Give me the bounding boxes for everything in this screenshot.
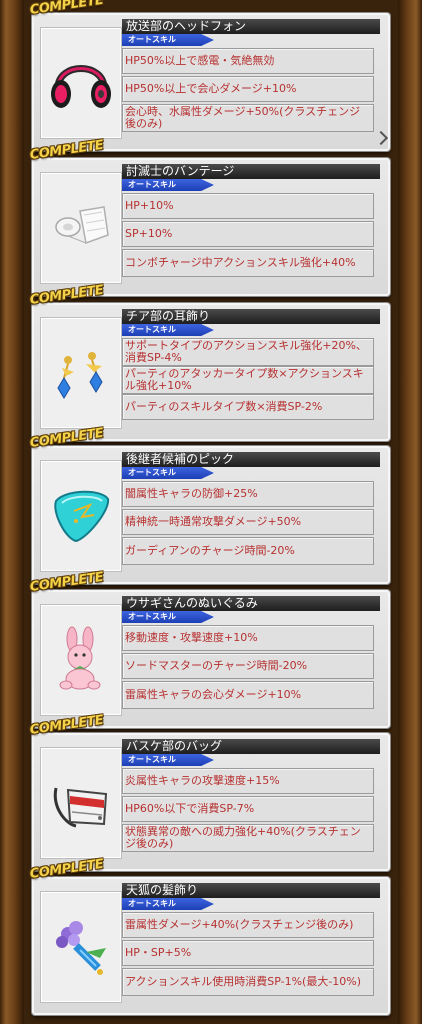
skill-row: 状態異常の敵への威力強化+40%(クラスチェンジ後のみ) <box>122 824 374 852</box>
skill-row: 精神統一時通常攻撃ダメージ+50% <box>122 509 374 535</box>
item-name: 後継者候補のピック <box>122 452 380 467</box>
skill-row: 会心時、水属性ダメージ+50%(クラスチェンジ後のみ) <box>122 104 374 132</box>
skill-row: ガーディアンのチャージ時間-20% <box>122 537 374 565</box>
skill-row: パーティのスキルタイプ数×消費SP-2% <box>122 394 374 420</box>
item-icon-frame <box>40 27 122 139</box>
item-name: 天狐の髪飾り <box>122 883 380 898</box>
earrings-icon <box>57 352 103 399</box>
equipment-card[interactable]: COMPLETE 討滅士のバンテージ オートスキル HP+10% SP+10% … <box>29 138 390 296</box>
auto-skill-tag: オートスキル <box>122 179 214 191</box>
skill-row: 闇属性キャラの防御+25% <box>122 481 374 507</box>
skill-row: HP50%以上で会心ダメージ+10% <box>122 76 374 102</box>
skill-row: 移動速度・攻撃速度+10% <box>122 625 374 651</box>
skill-row: 炎属性キャラの攻撃速度+15% <box>122 768 374 794</box>
equipment-card[interactable]: COMPLETE チア部の耳飾り オートスキル サポートタイプのアクションスキル… <box>29 283 390 441</box>
skill-row: サポートタイプのアクションスキル強化+20%、消費SP-4% <box>122 338 374 366</box>
skill-row: アクションスキル使用時消費SP-1%(最大-10%) <box>122 968 374 996</box>
guitar-pick-icon <box>54 490 110 543</box>
hair-ornament-icon <box>56 921 106 975</box>
auto-skill-tag: オートスキル <box>122 898 214 910</box>
item-icon-frame <box>40 172 122 284</box>
complete-badge: COMPLETE <box>28 0 105 18</box>
auto-skill-tag: オートスキル <box>122 467 214 479</box>
auto-skill-tag: オートスキル <box>122 754 214 766</box>
bandage-icon <box>55 206 109 245</box>
auto-skill-tag: オートスキル <box>122 324 214 336</box>
item-icon-frame <box>40 604 122 716</box>
skill-row: 雷属性キャラの会心ダメージ+10% <box>122 681 374 709</box>
item-name: バスケ部のバッグ <box>122 739 380 754</box>
skill-row: SP+10% <box>122 221 374 247</box>
auto-skill-tag: オートスキル <box>122 34 214 46</box>
item-icon-frame <box>40 317 122 429</box>
skill-row: HP50%以上で感電・気絶無効 <box>122 48 374 74</box>
skill-row: HP・SP+5% <box>122 940 374 966</box>
item-icon-frame <box>40 891 122 1003</box>
item-icon-frame <box>40 747 122 859</box>
item-name: ウサギさんのぬいぐるみ <box>122 596 380 611</box>
skill-row: 雷属性ダメージ+40%(クラスチェンジ後のみ) <box>122 912 374 938</box>
auto-skill-tag: オートスキル <box>122 611 214 623</box>
item-name: 放送部のヘッドフォン <box>122 19 380 34</box>
skill-row: コンボチャージ中アクションスキル強化+40% <box>122 249 374 277</box>
equipment-card[interactable]: COMPLETE 放送部のヘッドフォン オートスキル HP50%以上で感電・気絶… <box>29 0 390 151</box>
skill-row: HP+10% <box>122 193 374 219</box>
equipment-card[interactable]: COMPLETE 天狐の髪飾り オートスキル 雷属性ダメージ+40%(クラスチェ… <box>29 857 390 1015</box>
skill-row: HP60%以下で消費SP-7% <box>122 796 374 822</box>
item-icon-frame <box>40 460 122 572</box>
expand-arrow-icon[interactable] <box>373 130 389 146</box>
bunny-plush-icon <box>59 626 101 690</box>
item-name: 討滅士のバンテージ <box>122 164 380 179</box>
headphones-icon <box>51 65 111 108</box>
bag-icon <box>53 787 108 828</box>
skill-row: パーティのアタッカータイプ数×アクションスキル強化+10% <box>122 366 374 394</box>
equipment-card[interactable]: COMPLETE ウサギさんのぬいぐるみ オートスキル 移動速度・攻撃速度+10… <box>29 570 390 728</box>
equipment-card[interactable]: COMPLETE 後継者候補のピック オートスキル 闇属性キャラの防御+25% … <box>29 426 390 584</box>
skill-row: ソードマスターのチャージ時間-20% <box>122 653 374 679</box>
equipment-card[interactable]: COMPLETE バスケ部のバッグ オートスキル 炎属性キャラの攻撃速度+15%… <box>29 713 390 871</box>
item-name: チア部の耳飾り <box>122 309 380 324</box>
